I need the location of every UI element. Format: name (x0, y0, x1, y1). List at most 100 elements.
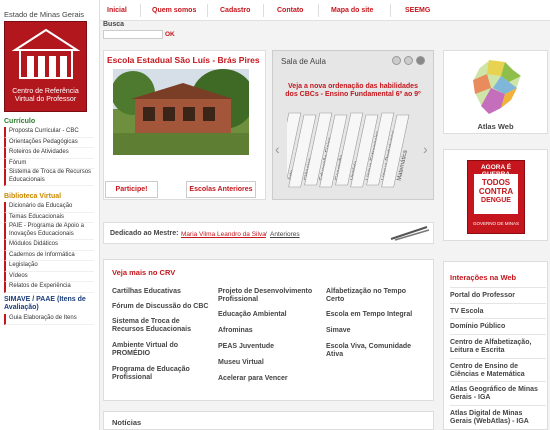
dedicado-separator: / (265, 231, 267, 238)
subject-books: ArteCiênciasEducação FísicaGeografiaHist… (287, 112, 410, 188)
veja-link[interactable]: Escola em Tempo Integral (326, 311, 426, 319)
atlas-web-label: Atlas Web (477, 122, 514, 131)
ad-todos: TODOS (481, 178, 511, 187)
biblioteca-item[interactable]: Temas Educacionais (4, 212, 94, 223)
nav-divider (390, 4, 391, 17)
pencil-decoration-icon (390, 226, 430, 241)
sala-headline-line-2: dos CBCs - Ensino Fundamental 6º ao 9º (285, 91, 421, 98)
simave-list: Guia Elaboração de Itens (4, 314, 94, 325)
ad-dengue: DENGUE (481, 197, 511, 204)
interacoes-panel: Interações na Web Portal do Professor TV… (443, 261, 548, 430)
veja-link[interactable]: Simave (326, 327, 426, 335)
nav-divider (263, 4, 264, 17)
interacoes-link[interactable]: Centro de Ensino de Ciências e Matemátic… (450, 358, 546, 379)
veja-link[interactable]: Sistema de Troca de Recursos Educacionai… (112, 318, 210, 334)
left-sidebar: Estado de Minas Gerais Centro de Referên… (0, 0, 100, 430)
interacoes-link[interactable]: Atlas Digital de Minas Gerais (WebAtlas)… (450, 405, 546, 426)
dedicado-ao-mestre-bar: Dedicado ao Mestre: Maria Vilma Leandro … (103, 222, 434, 244)
sala-title: Sala de Aula (281, 57, 326, 66)
ad-bottom-text: GOVERNO DE MINAS (472, 221, 519, 226)
veja-link[interactable]: Projeto de Desenvolvimento Profissional (218, 288, 318, 304)
veja-link[interactable]: Escola Viva, Comunidade Ativa (326, 343, 426, 359)
nav-quem-somos[interactable]: Quem somos (152, 7, 196, 14)
veja-link[interactable]: Fórum de Discussão do CBC (112, 303, 210, 311)
curriculo-item[interactable]: Fórum (4, 158, 94, 169)
state-name: Estado de Minas Gerais (4, 10, 85, 19)
biblioteca-item[interactable]: Módulos Didáticos (4, 240, 94, 251)
nav-seemg[interactable]: SEEMG (405, 7, 430, 14)
biblioteca-item[interactable]: Legislação (4, 261, 94, 272)
biblioteca-item[interactable]: Vídeos (4, 271, 94, 282)
veja-link[interactable]: Programa de Educação Profissional (112, 366, 210, 382)
interacoes-link[interactable]: Portal do Professor (450, 287, 546, 300)
dedicado-anteriores-link[interactable]: Anteriores (270, 231, 300, 238)
slide-dot-1[interactable] (392, 56, 401, 65)
simave-item[interactable]: Guia Elaboração de Itens (4, 314, 94, 325)
slide-dot-2[interactable] (404, 56, 413, 65)
escolas-anteriores-button[interactable]: Escolas Anteriores (186, 181, 256, 198)
sala-de-aula-panel: Sala de Aula Veja a nova ordenação das h… (272, 50, 434, 200)
curriculo-title: Currículo (4, 118, 36, 125)
nav-mapa-do-site[interactable]: Mapa do site (331, 7, 373, 14)
veja-link[interactable]: Cartilhas Educativas (112, 288, 210, 296)
interacoes-link[interactable]: TV Escola (450, 303, 546, 316)
veja-link[interactable]: Museu Virtual (218, 359, 318, 367)
veja-mais-panel: Veja mais no CRV Cartilhas Educativas Fó… (103, 259, 434, 401)
logo-caption-1: Centro de Referência (12, 88, 79, 95)
dengue-campaign-banner[interactable]: AGORA É GUERRA TODOS CONTRA DENGUE GOVER… (443, 149, 548, 241)
sala-headline-line-1: Veja a nova ordenação das habilidades (288, 83, 418, 90)
building-logo-icon (11, 28, 81, 79)
biblioteca-item[interactable]: Dicionário da Educação (4, 202, 94, 213)
prev-arrow-icon[interactable]: ‹ (275, 141, 280, 157)
school-photo[interactable] (113, 69, 249, 155)
veja-mais-title: Veja mais no CRV (112, 268, 176, 277)
top-navigation: Inicial Quem somos Cadastro Contato Mapa… (100, 0, 550, 21)
veja-link[interactable]: PEAS Juventude (218, 343, 318, 351)
simave-title: SIMAVE / PAAE (Itens de Avaliação) (4, 296, 86, 311)
search-ok-button[interactable]: OK (165, 31, 175, 38)
veja-link[interactable]: Alfabetização no Tempo Certo (326, 288, 426, 304)
minas-map-icon (472, 59, 522, 115)
search-label: Busca (103, 21, 125, 28)
curriculo-item[interactable]: Orientações Pedagógicas (4, 137, 94, 148)
biblioteca-title: Biblioteca Virtual (4, 193, 62, 200)
atlas-web-panel[interactable]: Atlas Web (443, 50, 548, 134)
veja-link[interactable]: Afrominas (218, 327, 318, 335)
dedicado-label: Dedicado ao Mestre: (110, 230, 179, 237)
interacoes-title: Interações na Web (450, 273, 517, 282)
veja-link[interactable]: Acelerar para Vencer (218, 375, 318, 383)
interacoes-link[interactable]: Atlas Geográfico de Minas Gerais - IGA (450, 381, 546, 402)
logo-caption-2: Virtual do Professor (14, 96, 77, 103)
participe-button[interactable]: Participe! (105, 181, 158, 198)
interacoes-link[interactable]: Centro de Alfabetização, Leitura e Escri… (450, 334, 546, 355)
veja-link[interactable]: Educação Ambiental (218, 311, 318, 319)
slide-dot-3[interactable] (416, 56, 425, 65)
school-title[interactable]: Escola Estadual São Luís - Brás Pires (107, 55, 260, 65)
curriculo-item[interactable]: Roteiros de Atividades (4, 148, 94, 159)
noticias-title: Notícias (112, 418, 142, 427)
dedicado-name-link[interactable]: Maria Vilma Leandro da Silva (181, 231, 266, 238)
biblioteca-list: Dicionário da Educação Temas Educacionai… (4, 202, 94, 293)
dengue-poster: AGORA É GUERRA TODOS CONTRA DENGUE GOVER… (467, 160, 525, 234)
curriculo-list: Proposta Curricular - CBC Orientações Pe… (4, 127, 94, 186)
next-arrow-icon[interactable]: › (423, 141, 428, 157)
crv-logo[interactable]: Centro de Referência Virtual do Professo… (4, 21, 87, 112)
school-panel: Escola Estadual São Luís - Brás Pires (103, 50, 266, 200)
nav-cadastro[interactable]: Cadastro (220, 7, 250, 14)
nav-divider (318, 4, 319, 17)
sala-headline[interactable]: Veja a nova ordenação das habilidades do… (273, 83, 433, 99)
nav-divider (207, 4, 208, 17)
curriculo-item[interactable]: Sistema de Troca de Recursos Educacionai… (4, 169, 94, 186)
search-input[interactable] (103, 30, 163, 39)
interacoes-link[interactable]: Domínio Público (450, 318, 546, 331)
biblioteca-item[interactable]: Relatos de Experiência (4, 282, 94, 293)
biblioteca-item[interactable]: Cadernos de Informática (4, 250, 94, 261)
nav-inicial[interactable]: Inicial (107, 7, 127, 14)
curriculo-item[interactable]: Proposta Curricular - CBC (4, 127, 94, 138)
biblioteca-item[interactable]: PAIE - Programa de Apoio a Inovações Edu… (4, 223, 94, 240)
ad-contra: CONTRA (478, 187, 514, 196)
ad-white-box: TODOS CONTRA DENGUE (474, 174, 518, 214)
veja-link[interactable]: Ambiente Virtual do PROMÉDIO (112, 342, 210, 358)
nav-divider (140, 4, 141, 17)
nav-contato[interactable]: Contato (277, 7, 303, 14)
